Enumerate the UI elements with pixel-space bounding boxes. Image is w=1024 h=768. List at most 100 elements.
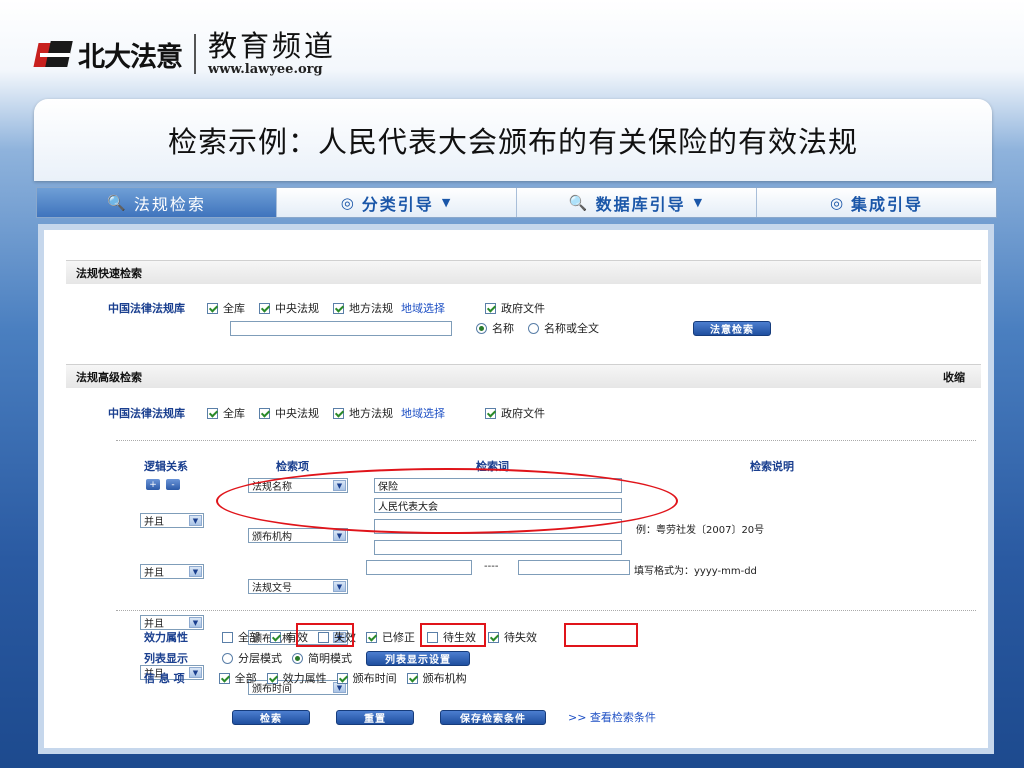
tab-label: 分类引导 <box>361 194 434 214</box>
slide-title-band: 检索示例：人民代表大会颁布的有关保险的有效法规 <box>34 99 992 181</box>
mode-layered[interactable]: 分层模式 <box>222 650 282 666</box>
checkbox[interactable] <box>218 672 230 684</box>
header-logo: 北大法意 教育频道 www.lawyee.org <box>33 29 337 78</box>
option-label: 效力属性 <box>282 672 327 685</box>
date-from-input[interactable] <box>366 560 472 575</box>
tab-regulation-search[interactable]: 🔍 法规检索 <box>37 188 277 217</box>
tab-label: 数据库引导 <box>595 194 686 214</box>
checkbox[interactable] <box>222 631 233 643</box>
scope-name-or-fulltext[interactable]: 名称或全文 <box>528 320 599 336</box>
option-label: 全部 <box>234 672 257 685</box>
term-input[interactable] <box>374 540 622 555</box>
target-icon: ◎ <box>340 193 356 212</box>
radio[interactable] <box>476 322 487 334</box>
tab-integrated-guide[interactable]: ◎ 集成引导 <box>757 188 996 217</box>
info-date[interactable]: 颁布时间 <box>336 670 397 686</box>
option-local[interactable]: 地方法规 <box>333 405 393 421</box>
info-all[interactable]: 全部 <box>218 670 257 686</box>
checkbox[interactable] <box>366 631 377 643</box>
option-gov-docs[interactable]: 政府文件 <box>485 300 545 316</box>
option-all[interactable]: 全库 <box>207 405 245 421</box>
checkbox[interactable] <box>333 302 344 314</box>
option-local[interactable]: 地方法规 <box>333 300 393 316</box>
option-label: 全库 <box>223 407 245 420</box>
logic-select[interactable]: 并且 ▼ <box>140 615 204 630</box>
radio[interactable] <box>222 652 233 664</box>
section-title: 法规快速检索 <box>76 266 142 280</box>
annotation-box <box>296 623 354 647</box>
option-gov-docs[interactable]: 政府文件 <box>485 405 545 421</box>
remove-row-button[interactable]: - <box>166 479 180 490</box>
radio[interactable] <box>528 322 539 334</box>
section-title: 法规高级检索 <box>76 370 142 384</box>
validity-amended[interactable]: 已修正 <box>366 629 415 645</box>
info-validity[interactable]: 效力属性 <box>266 670 327 686</box>
tab-label: 集成引导 <box>851 194 924 214</box>
search-icon: 🔍 <box>107 193 128 212</box>
tab-database-guide[interactable]: 🔍 数据库引导 ▼ <box>517 188 757 217</box>
option-label: 分层模式 <box>238 652 282 665</box>
tab-category-guide[interactable]: ◎ 分类引导 ▼ <box>277 188 517 217</box>
checkbox[interactable] <box>259 407 270 419</box>
option-label: 颁布机构 <box>422 672 467 685</box>
checkbox[interactable] <box>259 302 270 314</box>
select-value: 颁布机构 <box>252 532 292 543</box>
logic-select[interactable]: 并且 ▼ <box>140 513 204 528</box>
checkbox[interactable] <box>333 407 344 419</box>
add-row-button[interactable]: + <box>146 479 160 490</box>
annotation-box <box>420 623 486 647</box>
validity-all[interactable]: 全部 <box>222 629 260 645</box>
field-select[interactable]: 颁布机构 ▼ <box>248 528 348 543</box>
date-to-input[interactable] <box>518 560 630 575</box>
option-label: 地方法规 <box>349 302 393 315</box>
list-settings-button[interactable]: 列表显示设置 <box>366 650 470 666</box>
view-conditions-link[interactable]: >> 查看检索条件 <box>568 709 656 725</box>
checkbox[interactable] <box>485 407 496 419</box>
option-label: 政府文件 <box>501 302 545 315</box>
option-label: 名称或全文 <box>544 322 599 335</box>
quick-search-button[interactable]: 法意检索 <box>693 320 771 336</box>
logo-text: 北大法意 <box>78 41 183 73</box>
checkbox[interactable] <box>485 302 496 314</box>
info-authority[interactable]: 颁布机构 <box>406 670 467 686</box>
field-hint: 例：粤劳社发〔2007〕20号 <box>636 525 765 536</box>
select-value: 并且 <box>144 568 164 579</box>
mode-simple[interactable]: 简明模式 <box>292 650 352 666</box>
checkbox[interactable] <box>488 631 499 643</box>
chevron-down-icon: ▼ <box>333 530 346 541</box>
checkbox[interactable] <box>406 672 418 684</box>
reset-button[interactable]: 重置 <box>336 709 414 725</box>
checkbox[interactable] <box>336 672 348 684</box>
field-select[interactable]: 法规文号 ▼ <box>248 579 348 594</box>
channel-title: 教育频道 <box>208 29 337 63</box>
search-button[interactable]: 检索 <box>232 709 310 725</box>
chevron-down-icon: ▼ <box>189 617 202 628</box>
option-all[interactable]: 全库 <box>207 300 245 316</box>
scope-name[interactable]: 名称 <box>476 320 514 336</box>
validity-pending-expiry[interactable]: 待失效 <box>488 629 537 645</box>
advanced-search-header: 法规高级检索 收缩 <box>66 364 981 388</box>
collapse-link[interactable]: 收缩 <box>943 369 965 385</box>
list-display-label: 列表显示 <box>144 652 188 665</box>
option-label: 待失效 <box>504 631 537 644</box>
logic-select[interactable]: 并且 ▼ <box>140 564 204 579</box>
quick-search-input[interactable] <box>230 320 452 336</box>
checkbox[interactable] <box>266 672 278 684</box>
chevron-down-icon: ▼ <box>333 581 346 592</box>
search-panel: 法规快速检索 中国法律法规库 全库 中央法规 地方法规 地域选择 政府文件 名称… <box>38 224 994 754</box>
col-field: 检索项 <box>276 460 309 473</box>
option-central[interactable]: 中央法规 <box>259 300 319 316</box>
select-value: 法规文号 <box>252 583 292 594</box>
region-select-link[interactable]: 地域选择 <box>401 405 445 421</box>
region-select-link[interactable]: 地域选择 <box>401 300 445 316</box>
option-label: 全部 <box>238 631 260 644</box>
checkbox[interactable] <box>207 407 218 419</box>
info-items-label: 信 息 项 <box>144 672 185 685</box>
save-conditions-button[interactable]: 保存检索条件 <box>440 709 546 725</box>
radio[interactable] <box>292 652 303 664</box>
annotation-ellipse <box>216 468 678 534</box>
checkbox[interactable] <box>270 631 281 643</box>
option-central[interactable]: 中央法规 <box>259 405 319 421</box>
option-label: 政府文件 <box>501 407 545 420</box>
checkbox[interactable] <box>207 302 218 314</box>
